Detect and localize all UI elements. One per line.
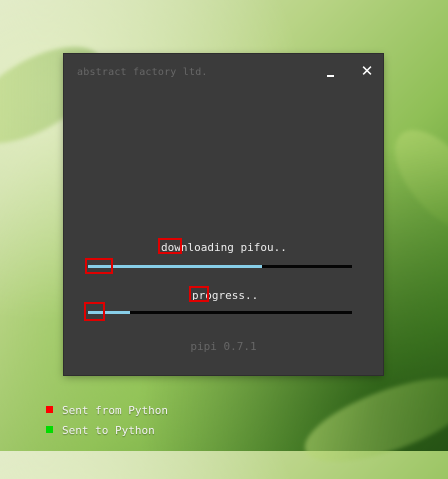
close-button[interactable]: ✕	[359, 63, 375, 79]
app-window: abstract factory ltd. ✕ downloading pifo…	[64, 54, 383, 375]
red-square-icon	[46, 406, 53, 413]
download-progress-bar	[88, 265, 352, 268]
legend-sent-to-label: Sent to Python	[62, 424, 155, 437]
background-leaf	[295, 361, 448, 479]
window-title: abstract factory ltd.	[77, 67, 208, 78]
minimize-button[interactable]	[324, 66, 338, 80]
marker-download-bar	[85, 258, 113, 274]
marker-download-label	[158, 238, 182, 254]
marker-progress-label	[189, 286, 209, 302]
green-square-icon	[46, 426, 53, 433]
version-label: pipi 0.7.1	[190, 340, 257, 353]
download-progress-fill	[88, 265, 263, 268]
secondary-progress-bar	[88, 311, 352, 314]
marker-progress-bar	[84, 302, 105, 321]
legend-sent-from-label: Sent from Python	[62, 404, 168, 417]
legend-sent-to: Sent to Python	[46, 424, 155, 437]
legend-sent-from: Sent from Python	[46, 404, 168, 417]
background-leaf	[378, 114, 448, 246]
